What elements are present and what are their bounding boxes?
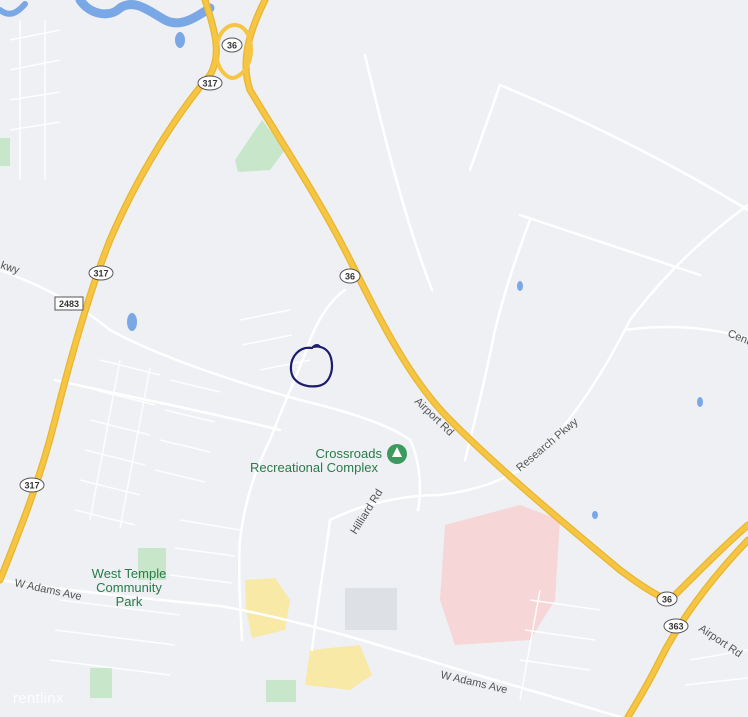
park-area [90,668,112,698]
map-view[interactable]: 36 317 317 36 2483 317 36 363 Airport Rd… [0,0,748,717]
map-canvas[interactable]: 36 317 317 36 2483 317 36 363 Airport Rd… [0,0,748,717]
svg-text:317: 317 [24,481,39,491]
park-area [0,138,10,166]
park-area [266,680,296,702]
highway-shield-36-mid: 36 [339,268,361,284]
svg-text:36: 36 [227,41,237,51]
poi-label-line3: Park [116,594,143,609]
highway-shield-2483: 2483 [54,296,84,311]
watermark-logo: rentlinx [13,690,64,707]
highway-shield-36-se: 36 [656,591,678,607]
pond [697,397,703,407]
poi-label-line1: Crossroads [316,446,383,461]
svg-text:363: 363 [668,622,683,632]
svg-text:2483: 2483 [59,299,79,309]
highway-shield-36-top: 36 [221,37,243,53]
poi-label-line1: West Temple [92,566,167,581]
pond [592,511,598,519]
poi-label-line2: Recreational Complex [250,460,378,475]
svg-text:36: 36 [662,595,672,605]
svg-text:317: 317 [202,79,217,89]
svg-text:36: 36 [345,272,355,282]
svg-text:317: 317 [93,269,108,279]
pond [175,32,185,48]
pond [127,313,137,331]
highway-shield-317-mid: 317 [88,265,114,281]
poi-label-line2: Community [96,580,162,595]
highway-shield-317-low: 317 [19,477,45,493]
pond [517,281,523,291]
highway-shield-363: 363 [663,618,689,634]
highway-shield-317-top: 317 [197,75,223,91]
building-block [345,588,397,630]
